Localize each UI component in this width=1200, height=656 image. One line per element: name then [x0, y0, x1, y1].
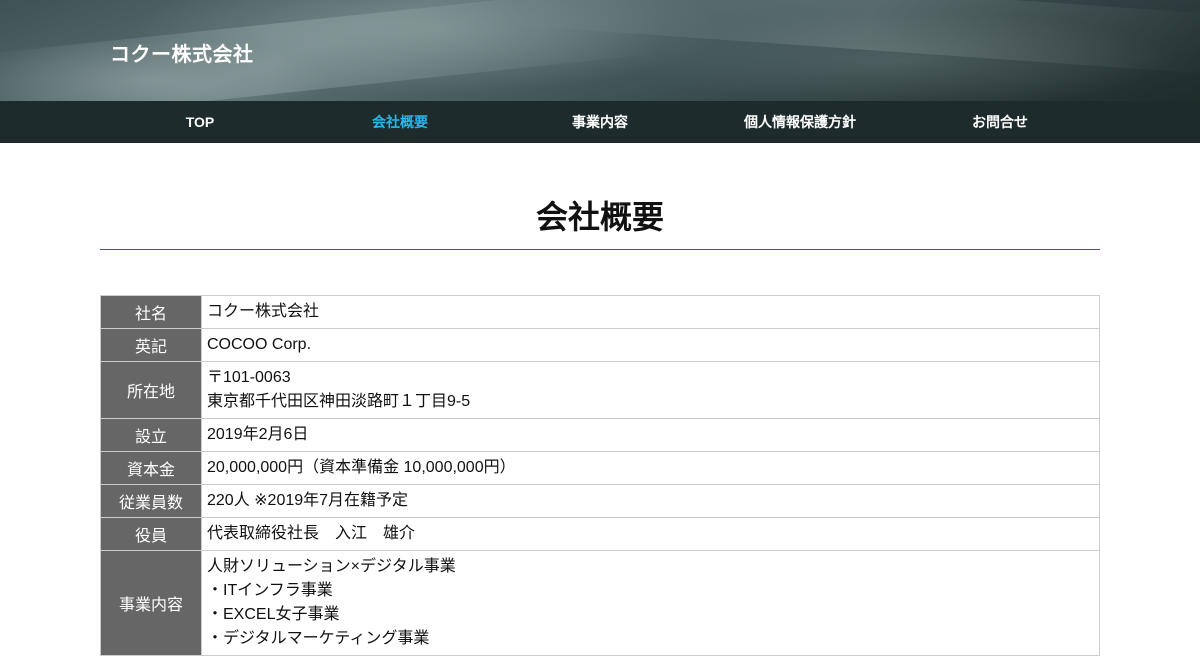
- row-label: 従業員数: [100, 484, 202, 518]
- nav-item-privacy-policy[interactable]: 個人情報保護方針: [700, 101, 900, 143]
- row-label: 事業内容: [100, 550, 202, 656]
- row-value: 代表取締役社長 入江 雄介: [201, 517, 1100, 551]
- value-line: 20,000,000円（資本準備金 10,000,000円）: [207, 459, 516, 476]
- value-line: 人財ソリューション×デジタル事業: [207, 558, 456, 575]
- company-info-table: 社名 コクー株式会社 英記 COCOO Corp. 所在地 〒101-0063 …: [100, 295, 1100, 656]
- row-value: COCOO Corp.: [201, 328, 1100, 362]
- table-row: 社名 コクー株式会社: [100, 295, 1100, 329]
- value-line: コクー株式会社: [207, 303, 320, 320]
- value-line: COCOO Corp.: [207, 336, 312, 353]
- nav-item-top[interactable]: TOP: [100, 101, 300, 143]
- table-row: 設立 2019年2月6日: [100, 418, 1100, 452]
- main-content: 会社概要 社名 コクー株式会社 英記 COCOO Corp. 所在地 〒101-…: [100, 143, 1100, 656]
- table-row: 役員 代表取締役社長 入江 雄介: [100, 517, 1100, 551]
- value-line: ・デジタルマーケティング事業: [207, 630, 430, 647]
- title-divider: [100, 249, 1100, 250]
- value-line: ・EXCEL女子事業: [207, 606, 340, 623]
- row-value: 220人 ※2019年7月在籍予定: [201, 484, 1100, 518]
- row-label: 役員: [100, 517, 202, 551]
- table-row: 資本金 20,000,000円（資本準備金 10,000,000円）: [100, 451, 1100, 485]
- row-label: 設立: [100, 418, 202, 452]
- value-line: ・ITインフラ事業: [207, 582, 333, 599]
- row-label: 所在地: [100, 361, 202, 419]
- row-label: 資本金: [100, 451, 202, 485]
- value-line: 220人 ※2019年7月在籍予定: [207, 492, 409, 509]
- value-line: 東京都千代田区神田淡路町１丁目9-5: [207, 393, 471, 410]
- table-row: 事業内容 人財ソリューション×デジタル事業 ・ITインフラ事業 ・EXCEL女子…: [100, 550, 1100, 656]
- page-title: 会社概要: [535, 199, 664, 235]
- site-title[interactable]: コクー株式会社: [110, 38, 254, 67]
- header-banner: コクー株式会社: [0, 0, 1200, 101]
- row-label: 英記: [100, 328, 202, 362]
- value-line: 2019年2月6日: [207, 426, 309, 443]
- table-row: 従業員数 220人 ※2019年7月在籍予定: [100, 484, 1100, 518]
- row-value: 人財ソリューション×デジタル事業 ・ITインフラ事業 ・EXCEL女子事業 ・デ…: [201, 550, 1100, 656]
- value-line: 〒101-0063: [207, 369, 291, 386]
- main-nav: TOP 会社概要 事業内容 個人情報保護方針 お問合せ: [0, 101, 1200, 143]
- nav-item-contact[interactable]: お問合せ: [900, 101, 1100, 143]
- row-label: 社名: [100, 295, 202, 329]
- table-row: 英記 COCOO Corp.: [100, 328, 1100, 362]
- row-value: 〒101-0063 東京都千代田区神田淡路町１丁目9-5: [201, 361, 1100, 419]
- nav-item-business[interactable]: 事業内容: [500, 101, 700, 143]
- row-value: コクー株式会社: [201, 295, 1100, 329]
- nav-item-company-overview[interactable]: 会社概要: [300, 101, 500, 143]
- value-line: 代表取締役社長 入江 雄介: [207, 525, 416, 542]
- row-value: 20,000,000円（資本準備金 10,000,000円）: [201, 451, 1100, 485]
- row-value: 2019年2月6日: [201, 418, 1100, 452]
- table-row: 所在地 〒101-0063 東京都千代田区神田淡路町１丁目9-5: [100, 361, 1100, 419]
